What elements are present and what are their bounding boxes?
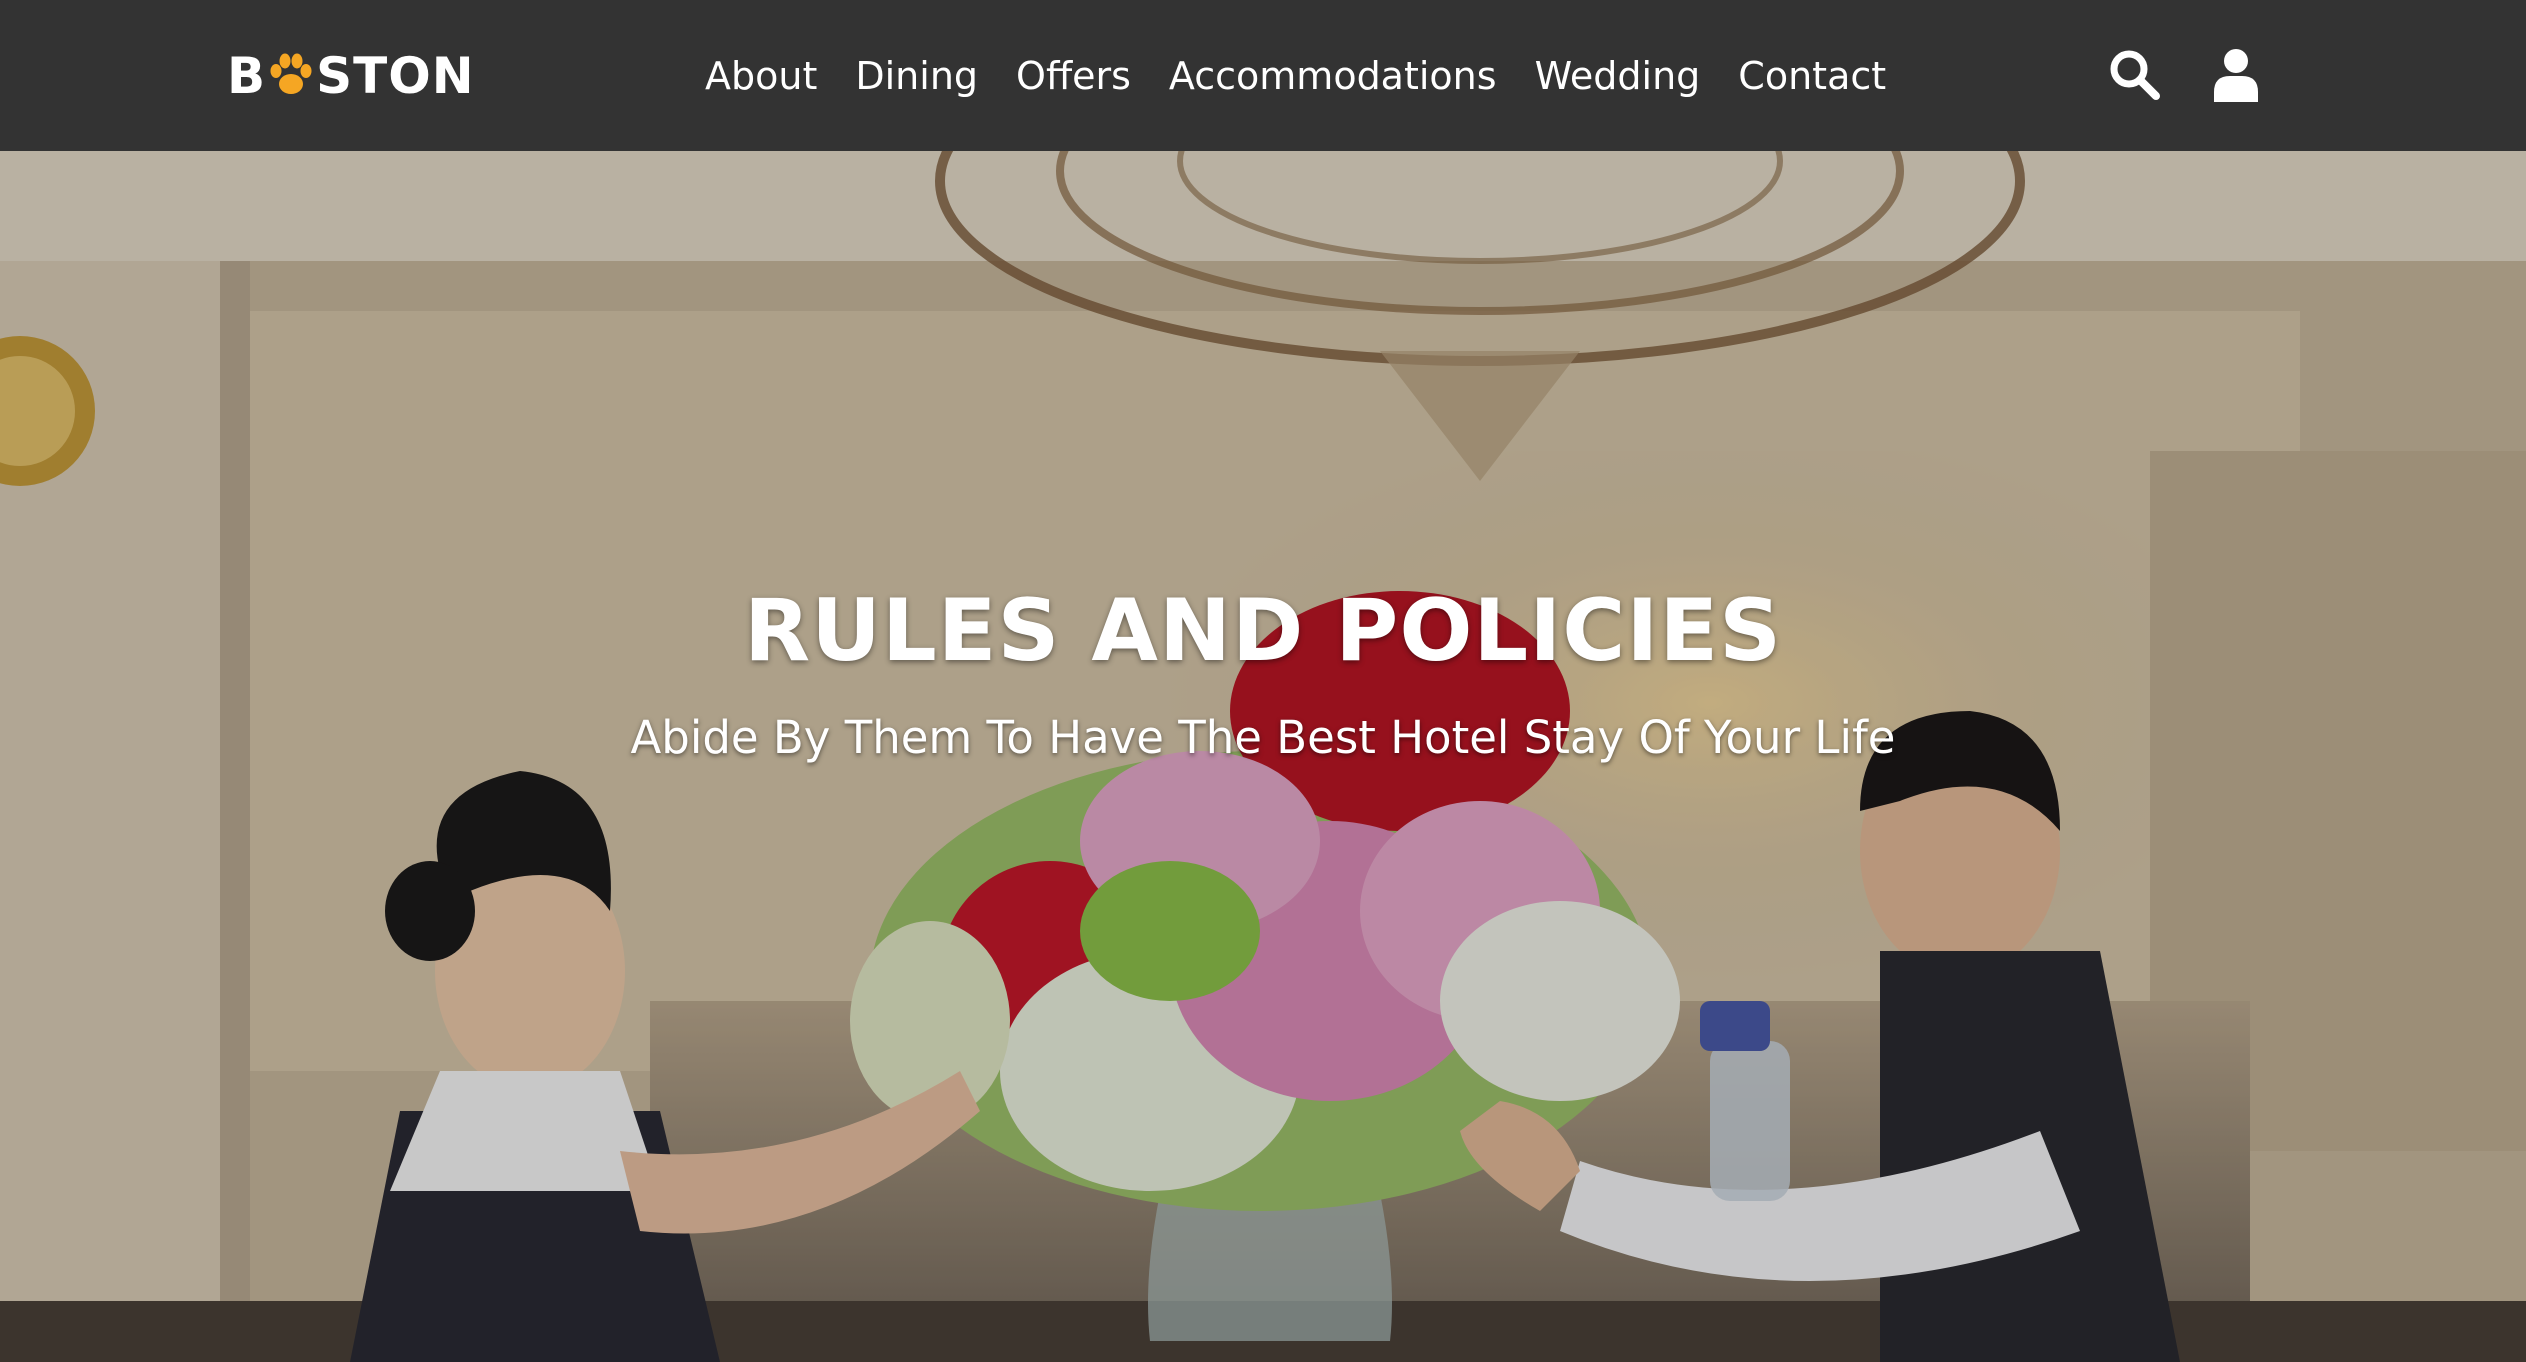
nav-link-about[interactable]: About bbox=[705, 54, 817, 98]
top-navbar: B STON About Dining Offers Accommodation… bbox=[0, 0, 2526, 151]
user-icon[interactable] bbox=[2208, 46, 2264, 102]
nav-link-dining[interactable]: Dining bbox=[855, 54, 978, 98]
nav-link-offers[interactable]: Offers bbox=[1016, 54, 1131, 98]
hero-section: RULES AND POLICIES Abide By Them To Have… bbox=[0, 151, 2526, 1362]
nav-icons bbox=[2106, 46, 2264, 102]
nav-link-wedding[interactable]: Wedding bbox=[1535, 54, 1701, 98]
brand-logo[interactable]: B STON bbox=[227, 47, 475, 105]
nav-link-accommodations[interactable]: Accommodations bbox=[1169, 54, 1497, 98]
logo-text-prefix: B bbox=[227, 47, 267, 105]
hero-subtitle: Abide By Them To Have The Best Hotel Sta… bbox=[630, 711, 1896, 764]
logo-text-suffix: STON bbox=[316, 47, 475, 105]
search-icon[interactable] bbox=[2106, 46, 2162, 102]
nav-link-contact[interactable]: Contact bbox=[1738, 54, 1886, 98]
paw-icon bbox=[270, 53, 312, 94]
hero-title: RULES AND POLICIES bbox=[743, 581, 1783, 681]
main-nav: About Dining Offers Accommodations Weddi… bbox=[705, 0, 1886, 151]
